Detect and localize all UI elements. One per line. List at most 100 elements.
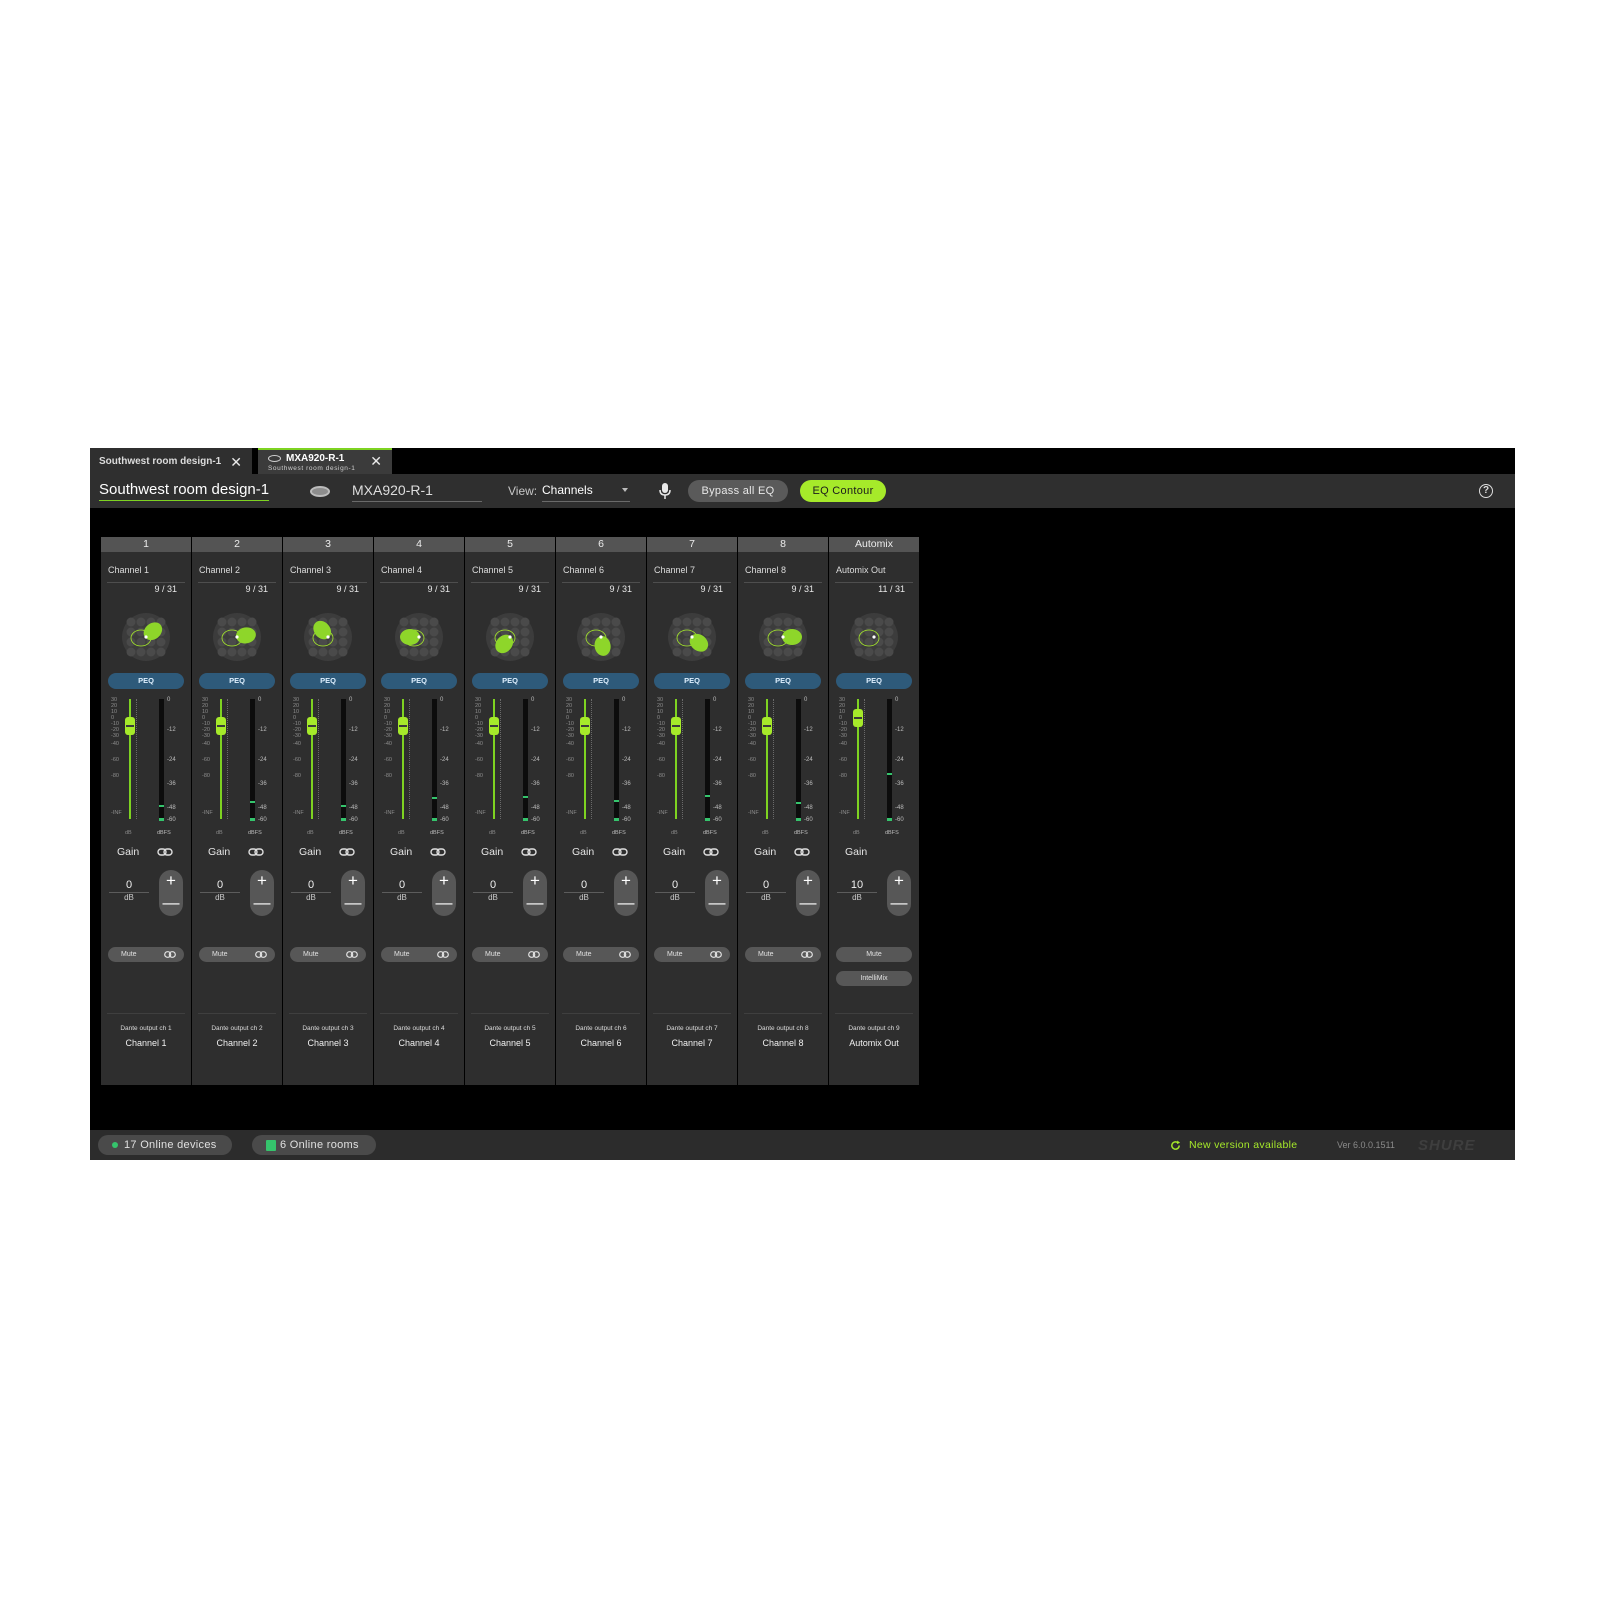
peq-button[interactable]: PEQ (472, 673, 548, 689)
gain-decrease-button[interactable]: — (341, 893, 365, 916)
gain-increase-button[interactable]: + (705, 870, 729, 893)
gain-decrease-button[interactable]: — (250, 893, 274, 916)
gain-decrease-button[interactable]: — (159, 893, 183, 916)
help-icon[interactable]: ? (1479, 484, 1493, 498)
microphone-icon[interactable] (658, 482, 672, 500)
channel-name[interactable]: Channel 4 (381, 565, 422, 575)
peq-button[interactable]: PEQ (745, 673, 821, 689)
fader-handle[interactable] (307, 717, 317, 735)
link-icon[interactable] (437, 951, 449, 958)
peq-button[interactable]: PEQ (199, 673, 275, 689)
fader-handle[interactable] (762, 717, 772, 735)
lobe-pattern-icon[interactable] (303, 612, 353, 662)
mute-button[interactable]: Mute (199, 947, 275, 962)
mute-button[interactable]: Mute (836, 947, 912, 962)
gain-increase-button[interactable]: + (796, 870, 820, 893)
peq-button[interactable]: PEQ (381, 673, 457, 689)
link-icon[interactable] (794, 848, 810, 856)
gain-input[interactable]: 0 (291, 879, 331, 893)
link-icon[interactable] (801, 951, 813, 958)
gain-input[interactable]: 0 (564, 879, 604, 893)
gain-decrease-button[interactable]: — (432, 893, 456, 916)
fader-handle[interactable] (216, 717, 226, 735)
gain-increase-button[interactable]: + (159, 870, 183, 893)
peq-button[interactable]: PEQ (563, 673, 639, 689)
link-icon[interactable] (528, 951, 540, 958)
new-version-link[interactable]: New version available (1189, 1139, 1297, 1151)
gain-input[interactable]: 0 (655, 879, 695, 893)
gain-input[interactable]: 0 (746, 879, 786, 893)
close-icon[interactable]: ✕ (230, 455, 242, 469)
peq-button[interactable]: PEQ (108, 673, 184, 689)
gain-input[interactable]: 0 (200, 879, 240, 893)
link-icon[interactable] (346, 951, 358, 958)
mute-button[interactable]: Mute (381, 947, 457, 962)
bypass-all-eq-button[interactable]: Bypass all EQ (688, 480, 788, 502)
peq-button[interactable]: PEQ (654, 673, 730, 689)
gain-decrease-button[interactable]: — (614, 893, 638, 916)
gain-input[interactable]: 0 (382, 879, 422, 893)
lobe-pattern-icon[interactable] (667, 612, 717, 662)
link-icon[interactable] (255, 951, 267, 958)
fader-handle[interactable] (125, 717, 135, 735)
mute-button[interactable]: Mute (290, 947, 366, 962)
lobe-pattern-icon[interactable] (849, 612, 899, 662)
gain-decrease-button[interactable]: — (796, 893, 820, 916)
fader-handle[interactable] (671, 717, 681, 735)
peq-button[interactable]: PEQ (836, 673, 912, 689)
design-title[interactable]: Southwest room design-1 (99, 481, 270, 501)
gain-input[interactable]: 0 (109, 879, 149, 893)
lobe-pattern-icon[interactable] (576, 612, 626, 662)
refresh-icon[interactable] (1170, 1140, 1181, 1151)
link-icon[interactable] (619, 951, 631, 958)
channel-name[interactable]: Channel 3 (290, 565, 331, 575)
gain-decrease-button[interactable]: — (705, 893, 729, 916)
lobe-pattern-icon[interactable] (212, 612, 262, 662)
tab-design[interactable]: Southwest room design-1 ✕ (90, 448, 252, 474)
link-icon[interactable] (703, 848, 719, 856)
gain-increase-button[interactable]: + (614, 870, 638, 893)
intellimix-button[interactable]: IntelliMix (836, 971, 912, 986)
link-icon[interactable] (339, 848, 355, 856)
fader-handle[interactable] (853, 709, 863, 727)
view-select[interactable]: Channels (542, 483, 630, 502)
lobe-pattern-icon[interactable] (121, 612, 171, 662)
link-icon[interactable] (164, 951, 176, 958)
channel-name[interactable]: Channel 7 (654, 565, 695, 575)
gain-increase-button[interactable]: + (250, 870, 274, 893)
gain-input[interactable]: 10 (837, 879, 877, 893)
gain-increase-button[interactable]: + (523, 870, 547, 893)
link-icon[interactable] (710, 951, 722, 958)
gain-increase-button[interactable]: + (887, 870, 911, 893)
gain-increase-button[interactable]: + (432, 870, 456, 893)
eq-contour-button[interactable]: EQ Contour (800, 480, 886, 502)
lobe-pattern-icon[interactable] (485, 612, 535, 662)
mute-button[interactable]: Mute (745, 947, 821, 962)
gain-decrease-button[interactable]: — (523, 893, 547, 916)
fader-handle[interactable] (580, 717, 590, 735)
device-name-field[interactable]: MXA920-R-1 (352, 482, 482, 502)
online-rooms-button[interactable]: 6 Online rooms (252, 1135, 376, 1155)
lobe-pattern-icon[interactable] (394, 612, 444, 662)
channel-name[interactable]: Automix Out (836, 565, 886, 575)
channel-name[interactable]: Channel 6 (563, 565, 604, 575)
fader-handle[interactable] (398, 717, 408, 735)
gain-decrease-button[interactable]: — (887, 893, 911, 916)
mute-button[interactable]: Mute (472, 947, 548, 962)
tab-device[interactable]: MXA920-R-1 Southwest room design-1 ✕ (258, 448, 392, 474)
fader-handle[interactable] (489, 717, 499, 735)
mute-button[interactable]: Mute (108, 947, 184, 962)
channel-name[interactable]: Channel 5 (472, 565, 513, 575)
gain-increase-button[interactable]: + (341, 870, 365, 893)
channel-name[interactable]: Channel 2 (199, 565, 240, 575)
mute-button[interactable]: Mute (563, 947, 639, 962)
channel-name[interactable]: Channel 8 (745, 565, 786, 575)
link-icon[interactable] (157, 848, 173, 856)
peq-button[interactable]: PEQ (290, 673, 366, 689)
online-devices-button[interactable]: 17 Online devices (98, 1135, 232, 1155)
link-icon[interactable] (248, 848, 264, 856)
link-icon[interactable] (521, 848, 537, 856)
channel-name[interactable]: Channel 1 (108, 565, 149, 575)
link-icon[interactable] (430, 848, 446, 856)
device-identify-icon[interactable] (310, 486, 330, 497)
